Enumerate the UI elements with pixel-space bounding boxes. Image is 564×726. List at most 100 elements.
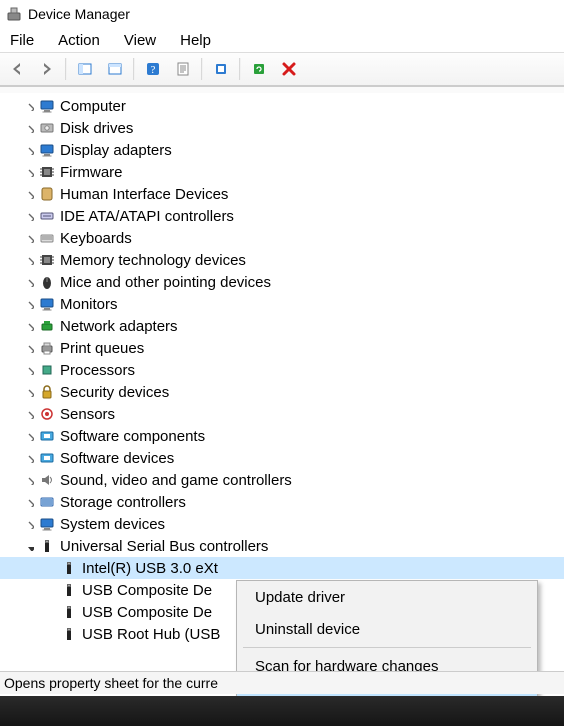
tree-item[interactable]: IDE ATA/ATAPI controllers	[0, 205, 564, 227]
collapse-icon[interactable]	[22, 541, 36, 551]
tree-item[interactable]: Display adapters	[0, 139, 564, 161]
tree-item-label: USB Composite De	[80, 582, 212, 599]
tree-item-label: IDE ATA/ATAPI controllers	[58, 208, 234, 225]
expand-icon[interactable]	[22, 343, 36, 353]
tree-item-label: Memory technology devices	[58, 252, 246, 269]
tree-item-label: Keyboards	[58, 230, 132, 247]
tree-item[interactable]: Human Interface Devices	[0, 183, 564, 205]
monitor-icon	[38, 97, 56, 115]
toolbar-separator	[133, 58, 135, 80]
monitor-icon	[38, 515, 56, 533]
lock-icon	[38, 383, 56, 401]
tree-item-label: Human Interface Devices	[58, 186, 228, 203]
show-hide-tree-button[interactable]	[71, 55, 99, 83]
expand-icon[interactable]	[22, 365, 36, 375]
tree-item-label: Mice and other pointing devices	[58, 274, 271, 291]
expand-icon[interactable]	[22, 321, 36, 331]
tree-item[interactable]: Sound, video and game controllers	[0, 469, 564, 491]
expand-icon[interactable]	[22, 255, 36, 265]
tree-item[interactable]: Mice and other pointing devices	[0, 271, 564, 293]
disk-icon	[38, 119, 56, 137]
expand-icon[interactable]	[22, 431, 36, 441]
printer-icon	[38, 339, 56, 357]
menu-view[interactable]: View	[118, 30, 168, 51]
expand-icon[interactable]	[22, 519, 36, 529]
tree-item-label: USB Composite De	[80, 604, 212, 621]
usb-icon	[60, 625, 78, 643]
tree-item[interactable]: Security devices	[0, 381, 564, 403]
tree-item-label: Print queues	[58, 340, 144, 357]
properties-button[interactable]	[169, 55, 197, 83]
menu-file[interactable]: File	[4, 30, 46, 51]
status-bar: Opens property sheet for the curre	[0, 671, 564, 694]
expand-icon[interactable]	[22, 497, 36, 507]
tree-item-label: Software components	[58, 428, 205, 445]
tree-item[interactable]: Universal Serial Bus controllers	[0, 535, 564, 557]
usb-icon	[60, 559, 78, 577]
tree-item[interactable]: Memory technology devices	[0, 249, 564, 271]
expand-icon[interactable]	[22, 277, 36, 287]
expand-icon[interactable]	[22, 299, 36, 309]
expand-icon[interactable]	[22, 475, 36, 485]
toolbar-separator	[65, 58, 67, 80]
forward-button[interactable]	[33, 55, 61, 83]
tree-item-label: Processors	[58, 362, 135, 379]
tree-item[interactable]: Intel(R) USB 3.0 eXt	[0, 557, 564, 579]
expand-icon[interactable]	[22, 123, 36, 133]
tree-item-label: Security devices	[58, 384, 169, 401]
ide-icon	[38, 207, 56, 225]
tree-item[interactable]: Disk drives	[0, 117, 564, 139]
tree-item[interactable]: Sensors	[0, 403, 564, 425]
tree-item[interactable]: Firmware	[0, 161, 564, 183]
update-driver-button[interactable]	[207, 55, 235, 83]
uninstall-button[interactable]	[275, 55, 303, 83]
scan-hardware-button[interactable]	[245, 55, 273, 83]
tree-item[interactable]: Processors	[0, 359, 564, 381]
sensor-icon	[38, 405, 56, 423]
expand-icon[interactable]	[22, 211, 36, 221]
expand-icon[interactable]	[22, 101, 36, 111]
titlebar: Device Manager	[0, 0, 564, 28]
expand-icon[interactable]	[22, 453, 36, 463]
tree-item[interactable]: Software components	[0, 425, 564, 447]
chip-icon	[38, 163, 56, 181]
tree-item[interactable]: Keyboards	[0, 227, 564, 249]
tree-item[interactable]: System devices	[0, 513, 564, 535]
toolbar-separator	[239, 58, 241, 80]
expand-icon[interactable]	[22, 409, 36, 419]
tree-item[interactable]: Network adapters	[0, 315, 564, 337]
expand-icon[interactable]	[22, 145, 36, 155]
expand-icon[interactable]	[22, 167, 36, 177]
tree-item-label: Universal Serial Bus controllers	[58, 538, 268, 555]
menu-action[interactable]: Action	[52, 30, 112, 51]
app-icon	[6, 6, 22, 22]
expand-icon[interactable]	[22, 233, 36, 243]
context-menu-item[interactable]: Uninstall device	[237, 613, 537, 645]
back-button[interactable]	[3, 55, 31, 83]
tree-item-label: Monitors	[58, 296, 118, 313]
usb-icon	[60, 603, 78, 621]
show-hide-actions-button[interactable]	[101, 55, 129, 83]
status-text: Opens property sheet for the curre	[4, 675, 218, 691]
usb-icon	[38, 537, 56, 555]
tree-item[interactable]: Computer	[0, 95, 564, 117]
mouse-icon	[38, 273, 56, 291]
tree-item[interactable]: Monitors	[0, 293, 564, 315]
tree-item[interactable]: Print queues	[0, 337, 564, 359]
tree-item-label: System devices	[58, 516, 165, 533]
menu-help[interactable]: Help	[174, 30, 223, 51]
tree-item-label: Software devices	[58, 450, 174, 467]
usb-icon	[60, 581, 78, 599]
monitor-icon	[38, 141, 56, 159]
help-button[interactable]	[139, 55, 167, 83]
expand-icon[interactable]	[22, 387, 36, 397]
tree-item[interactable]: Software devices	[0, 447, 564, 469]
tree-item-label: Computer	[58, 98, 126, 115]
tree-item-label: Sensors	[58, 406, 115, 423]
expand-icon[interactable]	[22, 189, 36, 199]
context-menu-item[interactable]: Update driver	[237, 581, 537, 613]
hid-icon	[38, 185, 56, 203]
tree-item-label: Storage controllers	[58, 494, 186, 511]
tree-item[interactable]: Storage controllers	[0, 491, 564, 513]
device-manager-window: Device Manager File Action View Help Com…	[0, 0, 564, 726]
